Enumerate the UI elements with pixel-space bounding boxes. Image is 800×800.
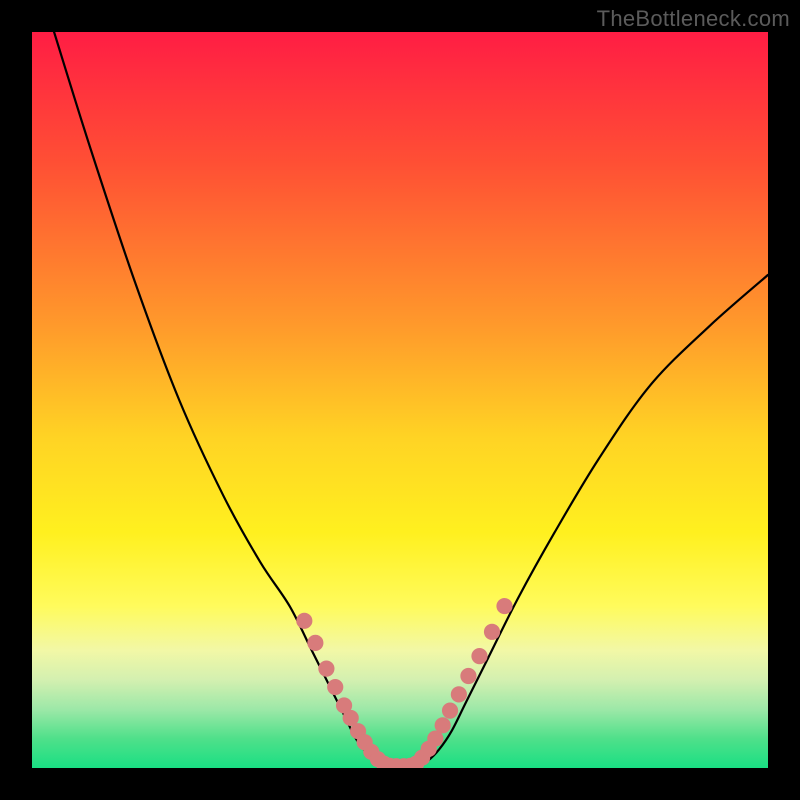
marker-right-cluster [435, 717, 451, 733]
outer-frame: TheBottleneck.com [0, 0, 800, 800]
series-left-curve [54, 32, 382, 766]
marker-left-cluster [307, 635, 323, 651]
chart-svg [32, 32, 768, 768]
plot-area [32, 32, 768, 768]
marker-right-cluster [471, 648, 487, 664]
marker-left-cluster [296, 613, 312, 629]
markers-layer [296, 598, 512, 768]
marker-right-cluster [484, 624, 500, 640]
marker-right-cluster [451, 686, 467, 702]
marker-right-cluster [460, 668, 476, 684]
series-right-curve [418, 275, 768, 766]
marker-left-cluster [318, 661, 334, 677]
marker-right-cluster [442, 702, 458, 718]
marker-left-cluster [327, 679, 343, 695]
marker-right-cluster [496, 598, 512, 614]
watermark-text: TheBottleneck.com [597, 6, 790, 32]
curves-layer [54, 32, 768, 766]
